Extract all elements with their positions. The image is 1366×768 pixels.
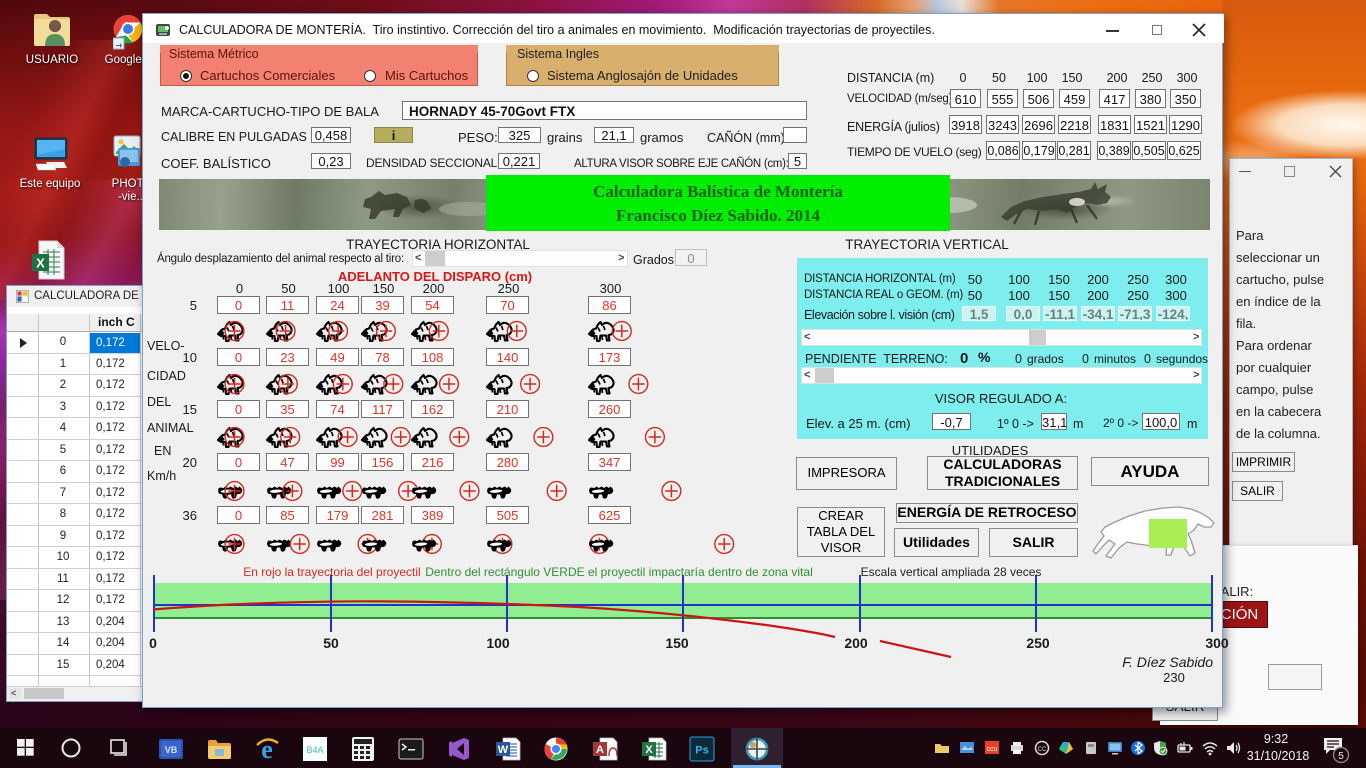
svg-text:X: X xyxy=(36,256,45,271)
svg-text:5: 5 xyxy=(1338,751,1344,762)
svg-text:CC: CC xyxy=(1038,747,1047,753)
svg-text:A: A xyxy=(596,744,604,756)
svg-text:VB: VB xyxy=(165,745,178,755)
svg-text:Ps: Ps xyxy=(695,745,708,757)
svg-text:X: X xyxy=(645,744,653,756)
svg-text:B4A: B4A xyxy=(306,745,323,755)
svg-text:W: W xyxy=(498,744,509,756)
svg-text:ccu: ccu xyxy=(987,746,998,753)
